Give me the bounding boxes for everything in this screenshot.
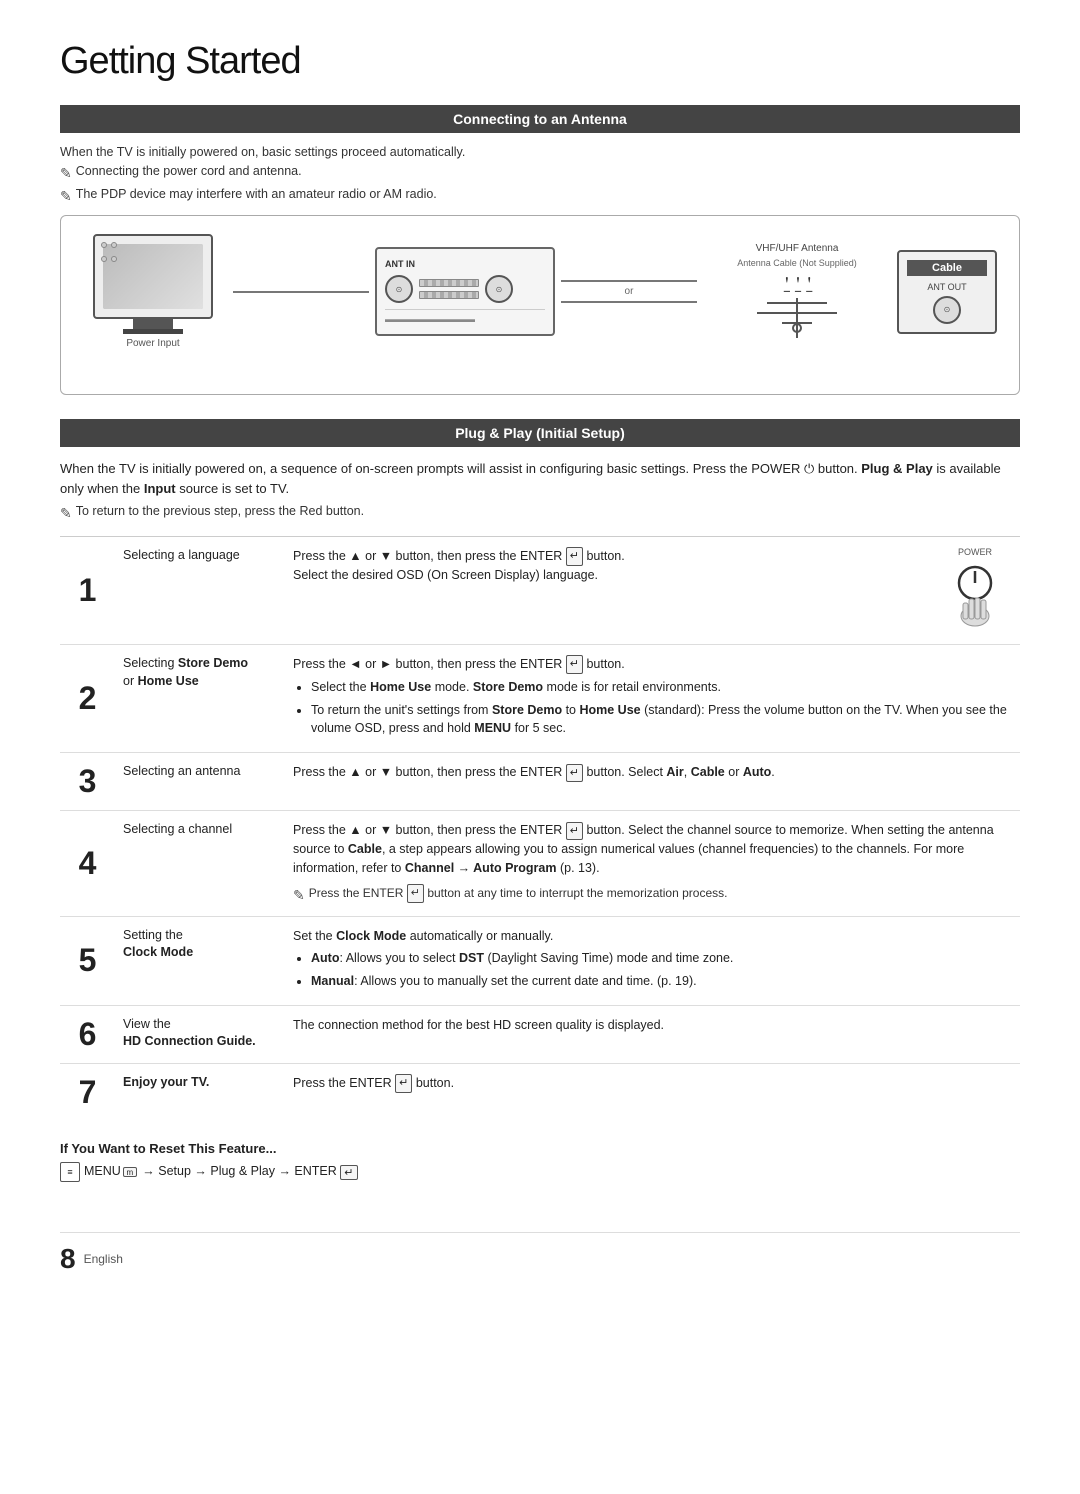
step-num-6: 6 xyxy=(60,1006,115,1063)
step-desc-3: Press the ▲ or ▼ button, then press the … xyxy=(285,753,1020,810)
step-title-3: Selecting an antenna xyxy=(115,753,285,810)
page-num-row: 8 English xyxy=(60,1232,1020,1275)
power-hand-svg xyxy=(945,561,1005,631)
note-1: ✎ Connecting the power cord and antenna. xyxy=(60,164,1020,182)
step-row-2: 2 Selecting Store Demoor Home Use Press … xyxy=(60,645,1020,753)
step-num-4: 4 xyxy=(60,811,115,915)
antenna-symbol: ⍘⍘⍘ xyxy=(707,272,887,298)
or-label: or xyxy=(561,286,697,297)
note-icon-1: ✎ xyxy=(60,165,72,182)
step-title-2: Selecting Store Demoor Home Use xyxy=(115,645,285,752)
step-row-6: 6 View theHD Connection Guide. The conne… xyxy=(60,1006,1020,1064)
step-desc-5: Set the Clock Mode automatically or manu… xyxy=(285,917,1020,1005)
plug-note-icon: ✎ xyxy=(60,505,72,522)
tv-stand xyxy=(133,319,173,329)
cable-port: ⊙ xyxy=(933,296,961,324)
menu-icon-box: ≡ xyxy=(60,1162,80,1182)
step-4-note: ✎ Press the ENTER ↵ button at any time t… xyxy=(293,884,1012,906)
ant-in-label: ANT IN xyxy=(385,259,545,269)
step-title-4: Selecting a channel xyxy=(115,811,285,915)
coax-1 xyxy=(419,279,479,287)
note-2: ✎ The PDP device may interfere with an a… xyxy=(60,187,1020,205)
cable-box: Cable ANT OUT ⊙ xyxy=(897,250,997,334)
antenna-intro: When the TV is initially powered on, bas… xyxy=(60,145,1020,159)
reset-cmd-text: MENUm → Setup → Plug & Play → ENTER ↵ xyxy=(84,1164,358,1179)
page-number: 8 xyxy=(60,1243,76,1275)
mid-connectors: or xyxy=(561,280,697,303)
coax-connectors xyxy=(419,279,479,299)
reset-title: If You Want to Reset This Feature... xyxy=(60,1141,1020,1156)
step-row-7: 7 Enjoy your TV. Press the ENTER ↵ butto… xyxy=(60,1064,1020,1121)
power-btn-area: POWER xyxy=(945,547,1005,634)
step-4-note-icon: ✎ xyxy=(293,885,305,906)
reset-cmd: ≡ MENUm → Setup → Plug & Play → ENTER ↵ xyxy=(60,1162,1020,1182)
antenna-diagram-box: Power Input ANT IN ⊙ ⊙ ▬▬▬▬▬▬▬▬▬▬ xyxy=(60,215,1020,395)
step-row-3: 3 Selecting an antenna Press the ▲ or ▼ … xyxy=(60,753,1020,811)
coax-2 xyxy=(419,291,479,299)
port-circle-main: ⊙ xyxy=(385,275,413,303)
tv-screen xyxy=(103,244,203,309)
page-language: English xyxy=(84,1252,123,1266)
wire-bottom xyxy=(561,301,697,303)
connector-wire-left xyxy=(233,291,369,293)
step-desc-6: The connection method for the best HD sc… xyxy=(285,1006,1020,1063)
power-text: POWER xyxy=(945,547,1005,557)
tv-body xyxy=(93,234,213,319)
cable-box-title: Cable xyxy=(907,260,987,276)
port-circle-secondary: ⊙ xyxy=(485,275,513,303)
reset-section: If You Want to Reset This Feature... ≡ M… xyxy=(60,1141,1020,1182)
step-row-4: 4 Selecting a channel Press the ▲ or ▼ b… xyxy=(60,811,1020,916)
plug-intro: When the TV is initially powered on, a s… xyxy=(60,459,1020,498)
step-title-5: Setting theClock Mode xyxy=(115,917,285,1005)
step-num-7: 7 xyxy=(60,1064,115,1121)
step-num-1: 1 xyxy=(60,537,115,644)
step-desc-2: Press the ◄ or ► button, then press the … xyxy=(285,645,1020,752)
step-row-5: 5 Setting theClock Mode Set the Clock Mo… xyxy=(60,917,1020,1006)
back-panel-ports: ⊙ ⊙ xyxy=(385,275,545,303)
steps-wrapper: 1 Selecting a language Press the ▲ or ▼ … xyxy=(60,536,1020,1121)
plug-section: Plug & Play (Initial Setup) When the TV … xyxy=(60,419,1020,1182)
vhf-label: VHF/UHF Antenna xyxy=(707,243,887,254)
step-desc-1: Press the ▲ or ▼ button, then press the … xyxy=(285,537,930,644)
tv-base xyxy=(123,329,183,334)
step-desc-4: Press the ▲ or ▼ button, then press the … xyxy=(285,811,1020,915)
wire-top xyxy=(561,280,697,282)
power-illustration: POWER xyxy=(930,537,1020,644)
step-num-2: 2 xyxy=(60,645,115,752)
antenna-diagram: Power Input ANT IN ⊙ ⊙ ▬▬▬▬▬▬▬▬▬▬ xyxy=(83,234,997,349)
connector-area: ANT IN ⊙ ⊙ ▬▬▬▬▬▬▬▬▬▬ or xyxy=(233,247,697,336)
antenna-svg xyxy=(747,298,847,338)
antenna-section-header: Connecting to an Antenna xyxy=(60,105,1020,133)
plug-section-header: Plug & Play (Initial Setup) xyxy=(60,419,1020,447)
step-num-3: 3 xyxy=(60,753,115,810)
panel-bottom: ▬▬▬▬▬▬▬▬▬▬ xyxy=(385,309,545,324)
vhf-section: VHF/UHF Antenna Antenna Cable (Not Suppl… xyxy=(707,243,887,341)
step-title-1: Selecting a language xyxy=(115,537,285,644)
step-num-5: 5 xyxy=(60,917,115,1005)
tv-illustration: Power Input xyxy=(83,234,223,349)
back-panel: ANT IN ⊙ ⊙ ▬▬▬▬▬▬▬▬▬▬ xyxy=(375,247,555,336)
ant-out-label: ANT OUT xyxy=(907,282,987,292)
ant-cable-label: Antenna Cable (Not Supplied) xyxy=(707,258,887,268)
steps-container: 1 Selecting a language Press the ▲ or ▼ … xyxy=(60,536,1020,1121)
note-icon-2: ✎ xyxy=(60,188,72,205)
plug-note: ✎ To return to the previous step, press … xyxy=(60,504,1020,522)
tv-power-label: Power Input xyxy=(83,338,223,349)
step-title-7: Enjoy your TV. xyxy=(115,1064,285,1121)
step-desc-7: Press the ENTER ↵ button. xyxy=(285,1064,1020,1121)
page-title: Getting Started xyxy=(60,40,1020,83)
step-row-1: 1 Selecting a language Press the ▲ or ▼ … xyxy=(60,537,1020,645)
step-title-6: View theHD Connection Guide. xyxy=(115,1006,285,1063)
